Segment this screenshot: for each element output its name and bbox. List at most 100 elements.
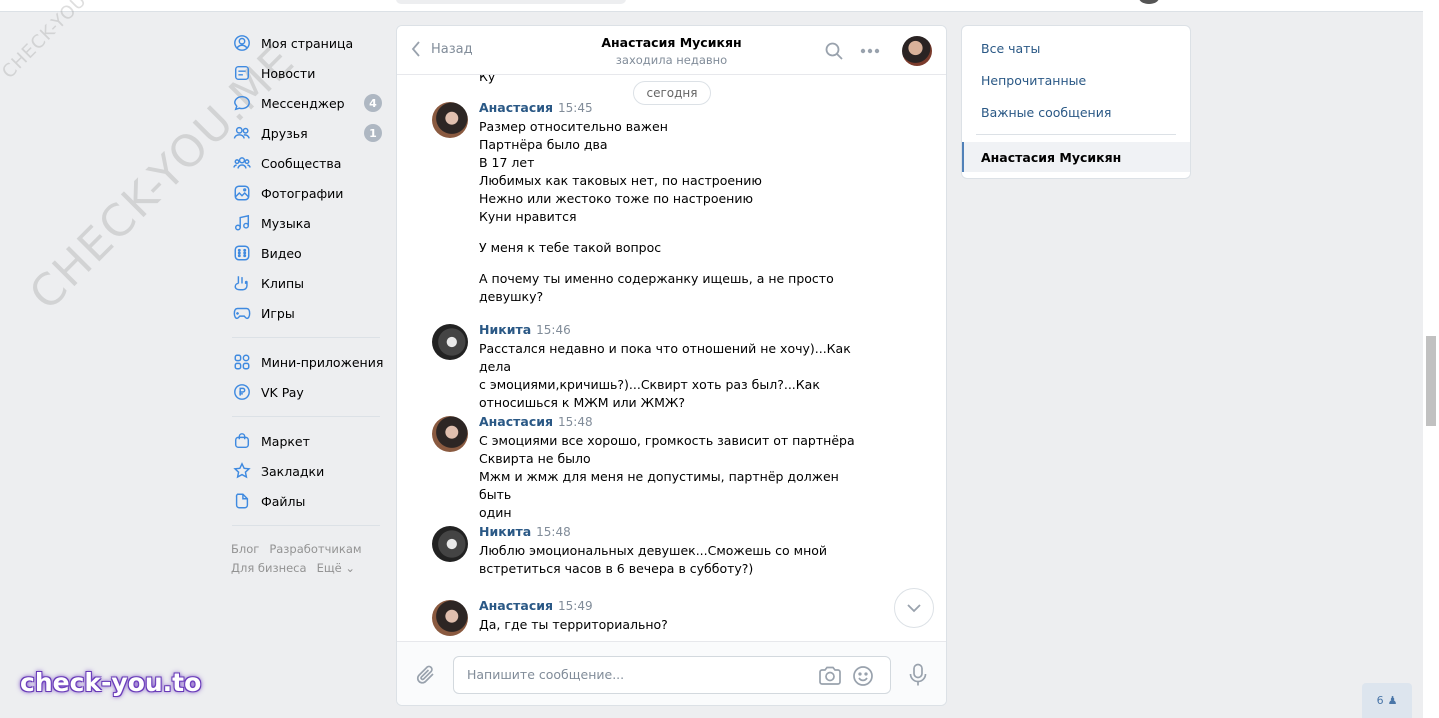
active-chat-name: Анастасия Мусикян: [981, 150, 1122, 165]
nav-label: VK Pay: [261, 384, 304, 400]
nav-item-clips[interactable]: Клипы: [230, 268, 385, 298]
sender-avatar[interactable]: [432, 102, 468, 138]
nav-item-games[interactable]: Игры: [230, 298, 385, 328]
clips-icon: [232, 273, 252, 293]
date-separator: сегодня: [633, 81, 711, 105]
scroll-down-button[interactable]: [894, 588, 934, 628]
message-line: относишься к МЖМ или ЖМЖ?: [479, 395, 686, 410]
footer-link-blog[interactable]: Блог: [231, 542, 259, 556]
nav-item-photos[interactable]: Фотографии: [230, 178, 385, 208]
profile-icon: [232, 33, 252, 53]
message-line: С эмоциями все хорошо, громкость зависит…: [479, 433, 855, 448]
sender-avatar[interactable]: [432, 526, 468, 562]
sender-name[interactable]: Никита: [479, 322, 531, 337]
message-line: Да, где ты территориально?: [479, 617, 668, 632]
filter-all-chats[interactable]: Все чаты: [981, 41, 1040, 56]
search-icon[interactable]: [824, 41, 844, 61]
nav-label: Маркет: [261, 433, 310, 449]
message-line: Куни нравится: [479, 209, 577, 224]
nav-item-files[interactable]: Файлы: [230, 486, 385, 516]
global-search-input[interactable]: [396, 0, 626, 4]
message-time[interactable]: 15:49: [558, 599, 593, 613]
message-text: Люблю эмоциональных девушек...Сможешь со…: [479, 542, 869, 578]
sender-name[interactable]: Анастасия: [479, 598, 553, 613]
top-bar: [0, 0, 1423, 12]
nav-label: Файлы: [261, 493, 306, 509]
page-scrollbar[interactable]: [1423, 0, 1439, 718]
active-chat-item[interactable]: Анастасия Мусикян: [962, 142, 1190, 172]
camera-icon[interactable]: [818, 666, 842, 686]
news-icon: [232, 63, 252, 83]
scrollbar-thumb[interactable]: [1426, 336, 1436, 426]
nav-label: Сообщества: [261, 155, 342, 171]
footer-link-more[interactable]: Ещё ⌄: [317, 561, 355, 575]
user-avatar[interactable]: [1139, 0, 1159, 4]
nav-label: Новости: [261, 65, 316, 81]
bookmarks-icon: [232, 461, 252, 481]
person-icon: ♟: [1387, 694, 1398, 707]
friends-icon: [232, 123, 252, 143]
nav-item-friends[interactable]: Друзья 1: [230, 118, 385, 148]
online-friends-counter[interactable]: 6 ♟: [1362, 683, 1412, 718]
sender-name[interactable]: Анастасия: [479, 100, 553, 115]
nav-item-music[interactable]: Музыка: [230, 208, 385, 238]
sender-name[interactable]: Анастасия: [479, 414, 553, 429]
nav-item-video[interactable]: Видео: [230, 238, 385, 268]
nav-item-mini-apps[interactable]: Мини-приложения: [230, 347, 385, 377]
message-line: В 17 лет: [479, 155, 535, 170]
footer-link-developers[interactable]: Разработчикам: [269, 542, 361, 556]
nav-label: Друзья: [261, 125, 308, 141]
filter-important[interactable]: Важные сообщения: [981, 105, 1111, 120]
nav-item-my-page[interactable]: Моя страница: [230, 28, 385, 58]
nav-item-bookmarks[interactable]: Закладки: [230, 456, 385, 486]
message-text: Размер относительно важен Партнёра было …: [479, 118, 869, 306]
nav-item-groups[interactable]: Сообщества: [230, 148, 385, 178]
messenger-icon: [232, 93, 252, 113]
message-time[interactable]: 15:46: [536, 323, 571, 337]
message-time[interactable]: 15:48: [536, 525, 571, 539]
files-icon: [232, 491, 252, 511]
message-history[interactable]: Ку сегодня Анастасия 15:45 Размер относит…: [397, 75, 946, 641]
filter-unread[interactable]: Непрочитанные: [981, 73, 1086, 88]
attach-icon[interactable]: [415, 664, 437, 686]
brand-watermark: check-you.to: [20, 668, 202, 697]
message-line: Любимых как таковых нет, по настроению: [479, 173, 762, 188]
nav-item-vkpay[interactable]: VK Pay: [230, 377, 385, 407]
message-line: А почему ты именно содержанку ищешь, а н…: [479, 271, 834, 286]
nav-item-news[interactable]: Новости: [230, 58, 385, 88]
message-text: Да, где ты территориально?: [479, 616, 869, 634]
sender-avatar[interactable]: [432, 324, 468, 360]
mini-apps-icon: [232, 352, 252, 372]
nav-item-market[interactable]: Маркет: [230, 426, 385, 456]
message-time[interactable]: 15:45: [558, 101, 593, 115]
nav-label: Фотографии: [261, 185, 344, 201]
message-line: Нежно или жестоко тоже по настроению: [479, 191, 754, 206]
chevron-down-icon: [907, 604, 921, 613]
chat-panel: Назад Анастасия Мусикян заходила недавно…: [396, 25, 947, 706]
message-line: встретиться часов в 6 вечера в субботу?): [479, 561, 754, 576]
groups-icon: [232, 153, 252, 173]
games-icon: [232, 303, 252, 323]
nav-label: Мессенджер: [261, 95, 345, 111]
messenger-badge: 4: [364, 94, 382, 112]
more-icon[interactable]: [860, 41, 880, 61]
message-line: Сквирта не было: [479, 451, 591, 466]
left-nav: Моя страница Новости Мессенджер 4 Друзья…: [230, 28, 385, 578]
nav-divider: [232, 416, 380, 417]
emoji-icon[interactable]: [852, 665, 874, 687]
chat-avatar[interactable]: [902, 36, 932, 66]
sender-name[interactable]: Никита: [479, 524, 531, 539]
message-line: Расстался недавно и пока что отношений н…: [479, 341, 851, 374]
composer: Напишите сообщение...: [397, 641, 946, 705]
nav-label: Моя страница: [261, 35, 354, 51]
sender-avatar[interactable]: [432, 416, 468, 452]
footer-link-business[interactable]: Для бизнеса: [231, 561, 307, 575]
message-text: С эмоциями все хорошо, громкость зависит…: [479, 432, 869, 522]
message-time[interactable]: 15:48: [558, 415, 593, 429]
message-line: У меня к тебе такой вопрос: [479, 240, 662, 255]
nav-divider: [232, 337, 380, 338]
nav-item-messenger[interactable]: Мессенджер 4: [230, 88, 385, 118]
sender-avatar[interactable]: [432, 600, 468, 636]
message-line: один: [479, 505, 512, 520]
microphone-icon[interactable]: [908, 663, 928, 687]
